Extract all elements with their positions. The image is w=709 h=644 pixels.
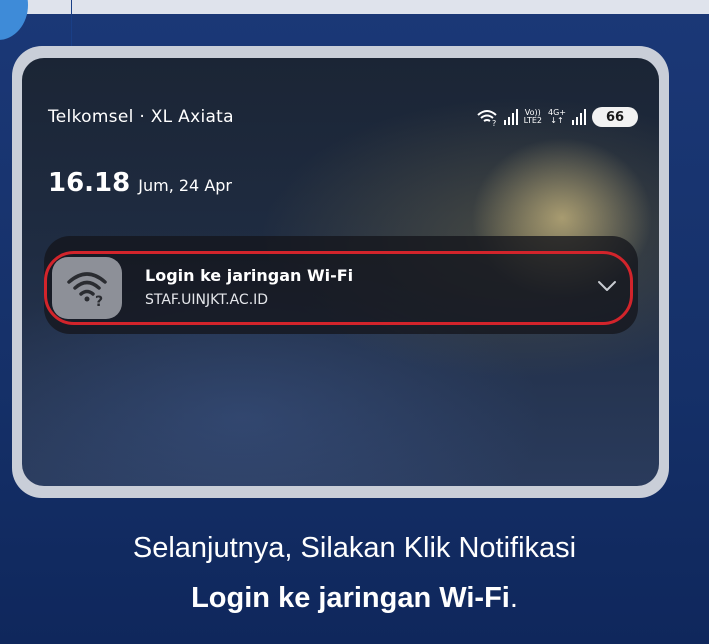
clock-date: Jum, 24 Apr (138, 176, 232, 195)
wifi-question-icon: ? (52, 257, 122, 319)
notification-subtitle: STAF.UINJKT.AC.ID (145, 292, 269, 308)
status-bar: Telkomsel · XL Axiata ? Vo)) LTE2 4G+ ↓↑ (48, 104, 638, 130)
top-strip (0, 0, 709, 14)
instruction-line-2: Login ke jaringan Wi-Fi. (0, 582, 709, 615)
battery-indicator: 66 (592, 107, 638, 127)
notification-title: Login ke jaringan Wi-Fi (145, 266, 354, 285)
status-icons: ? Vo)) LTE2 4G+ ↓↑ 66 (476, 107, 638, 127)
instruction-line-1: Selanjutnya, Silakan Klik Notifikasi (132, 532, 577, 564)
lockscreen-clock: 16.18 Jum, 24 Apr (48, 168, 232, 198)
svg-text:?: ? (95, 294, 103, 308)
chevron-down-icon[interactable] (596, 278, 618, 294)
notification-highlight-outline (44, 251, 633, 325)
carrier-label: Telkomsel · XL Axiata (48, 107, 234, 127)
network-type-indicator: 4G+ ↓↑ (548, 108, 566, 125)
clock-time: 16.18 (48, 168, 131, 198)
wifi-question-small-icon: ? (476, 110, 497, 126)
svg-text:?: ? (492, 119, 496, 126)
instruction-emphasis: Login ke jaringan Wi-Fi (191, 582, 510, 614)
instruction-period: . (509, 582, 518, 614)
signal-bars-icon-1 (503, 109, 518, 125)
volte-indicator: Vo)) LTE2 (523, 108, 542, 125)
signal-bars-icon-2 (572, 109, 586, 125)
battery-level: 66 (605, 109, 625, 125)
